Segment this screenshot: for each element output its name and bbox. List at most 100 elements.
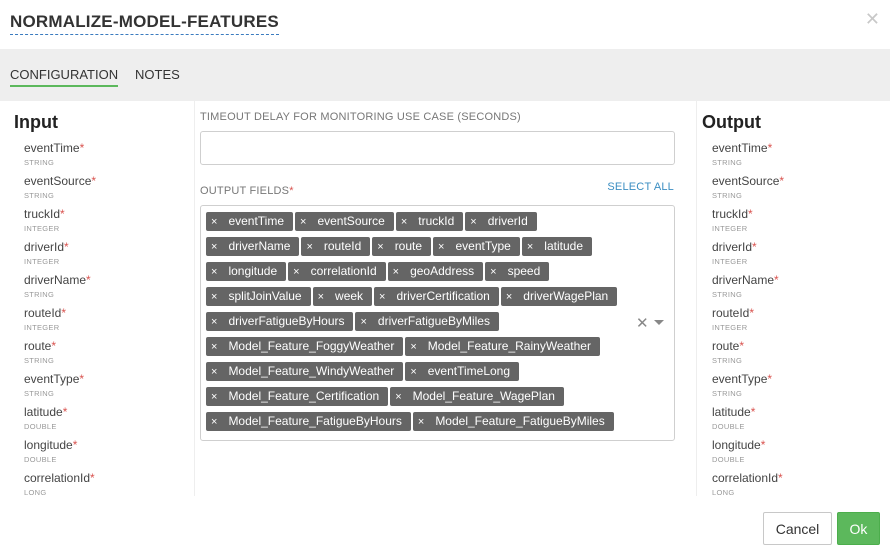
field-type: DOUBLE (712, 455, 745, 464)
field-name-text: eventSource (712, 174, 780, 188)
remove-tag-icon[interactable]: × (211, 338, 217, 357)
timeout-input[interactable] (200, 131, 675, 165)
remove-tag-icon[interactable]: × (360, 313, 366, 332)
remove-tag-icon[interactable]: × (211, 238, 217, 257)
field-item: driverId* INTEGER (24, 240, 96, 273)
required-marker: * (72, 438, 78, 452)
selected-tag: × Model_Feature_WindyWeather (206, 362, 404, 382)
required-marker: * (749, 306, 755, 320)
selected-tag: × correlationId (288, 262, 386, 282)
field-name-text: eventType (712, 372, 768, 386)
remove-tag-icon[interactable]: × (318, 288, 324, 307)
required-marker: * (62, 405, 68, 419)
field-type: INTEGER (712, 323, 748, 332)
selected-tag: × speed (485, 262, 550, 282)
remove-tag-icon[interactable]: × (293, 263, 299, 282)
field-type: STRING (24, 389, 55, 398)
remove-tag-icon[interactable]: × (211, 313, 217, 332)
selected-tag: × driverFatigueByMiles (355, 312, 499, 332)
required-marker: * (61, 306, 67, 320)
remove-tag-icon[interactable]: × (470, 213, 476, 232)
field-type: LONG (712, 488, 735, 496)
field-type: INTEGER (712, 224, 748, 233)
remove-tag-icon[interactable]: × (211, 388, 217, 407)
required-marker: * (739, 339, 745, 353)
required-marker: * (79, 372, 85, 386)
remove-tag-icon[interactable]: × (395, 388, 401, 407)
selected-tag: × splitJoinValue (206, 287, 311, 306)
tab-notes[interactable]: NOTES (135, 67, 180, 82)
field-name-text: driverName (24, 273, 87, 287)
field-type: STRING (24, 158, 55, 167)
input-field-list: eventTime* STRING eventSource* STRING truckI… (24, 141, 96, 496)
remove-tag-icon[interactable]: × (418, 413, 424, 432)
remove-tag-icon[interactable]: × (410, 363, 416, 382)
selected-tag: × Model_Feature_RainyWeather (405, 337, 600, 356)
required-marker: * (779, 174, 785, 188)
tabs-bar: CONFIGURATION NOTES (0, 49, 890, 101)
field-type: STRING (24, 191, 55, 200)
clear-all-icon[interactable]: ✕ (636, 314, 649, 332)
tag-label: truckId (418, 214, 455, 228)
tag-label: Model_Feature_RainyWeather (427, 339, 591, 353)
output-field-list: eventTime* STRING eventSource* STRING truckI… (712, 141, 784, 496)
close-icon[interactable]: ✕ (865, 9, 880, 30)
remove-tag-icon[interactable]: × (401, 213, 407, 232)
required-marker: * (750, 405, 756, 419)
input-panel: Input eventTime* STRING eventSource* STRING… (0, 101, 195, 496)
cancel-button[interactable]: Cancel (763, 512, 832, 545)
field-name: truckId* (712, 207, 784, 221)
required-marker: * (51, 339, 57, 353)
tag-label: driverFatigueByHours (228, 314, 345, 328)
field-item: route* STRING (24, 339, 96, 372)
field-name: correlationId* (24, 471, 96, 485)
output-panel: Output eventTime* STRING eventSource* STRIN… (696, 101, 890, 496)
remove-tag-icon[interactable]: × (379, 288, 385, 307)
remove-tag-icon[interactable]: × (527, 238, 533, 257)
modal-title[interactable]: NORMALIZE-MODEL-FEATURES (10, 12, 279, 35)
selected-tag: × eventTimeLong (405, 362, 520, 382)
required-marker: * (767, 372, 773, 386)
selected-tag: × Model_Feature_FoggyWeather (206, 337, 404, 357)
remove-tag-icon[interactable]: × (306, 238, 312, 257)
tab-configuration[interactable]: CONFIGURATION (10, 67, 119, 87)
field-type: STRING (24, 356, 55, 365)
remove-tag-icon[interactable]: × (506, 288, 512, 307)
output-fields-label-text: OUTPUT FIELDS (200, 185, 290, 197)
configuration-form: TIMEOUT DELAY FOR MONITORING USE CASE (S… (195, 101, 696, 496)
remove-tag-icon[interactable]: × (211, 413, 217, 432)
tag-label: Model_Feature_WindyWeather (228, 364, 395, 378)
remove-tag-icon[interactable]: × (211, 213, 217, 232)
field-item: eventTime* STRING (24, 141, 96, 174)
remove-tag-icon[interactable]: × (490, 263, 496, 282)
selected-tag: × latitude (521, 237, 592, 257)
selected-tag: × eventType (433, 237, 520, 256)
remove-tag-icon[interactable]: × (438, 238, 444, 257)
tag-label: Model_Feature_FatigueByHours (228, 414, 402, 428)
remove-tag-icon[interactable]: × (393, 263, 399, 282)
selected-tag: × routeId (301, 237, 371, 257)
chevron-down-icon[interactable] (654, 320, 664, 325)
field-type: STRING (712, 158, 743, 167)
ok-button[interactable]: Ok (837, 512, 880, 545)
required-marker: * (91, 174, 97, 188)
field-item: truckId* INTEGER (712, 207, 784, 240)
remove-tag-icon[interactable]: × (211, 363, 217, 382)
required-marker: * (79, 141, 85, 155)
remove-tag-icon[interactable]: × (300, 213, 306, 232)
remove-tag-icon[interactable]: × (211, 263, 217, 282)
field-name-text: routeId (712, 306, 750, 320)
output-fields-select[interactable]: × eventTime × eventSource × truckId × driverId×… (200, 205, 675, 441)
tag-label: week (335, 289, 364, 303)
selected-tag: × eventSource (295, 212, 394, 231)
field-name-text: longitude (24, 438, 73, 452)
remove-tag-icon[interactable]: × (377, 238, 383, 257)
select-all-link[interactable]: SELECT ALL (607, 181, 674, 193)
selected-tag: × driverName (206, 237, 300, 257)
remove-tag-icon[interactable]: × (211, 288, 217, 307)
field-name-text: driverName (712, 273, 775, 287)
field-name-text: route (24, 339, 52, 353)
required-marker: * (748, 207, 753, 221)
remove-tag-icon[interactable]: × (410, 338, 416, 357)
selected-tag: × driverWagePlan (500, 287, 618, 307)
